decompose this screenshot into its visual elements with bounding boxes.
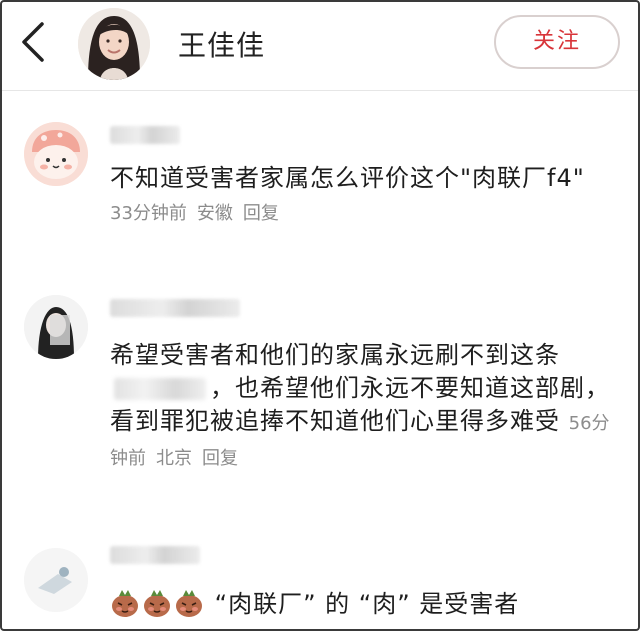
author-avatar[interactable] xyxy=(78,8,150,80)
comment-text: 不知道受害者家属怎么评价这个"肉联厂f4" 33分钟前 安徽 回复 xyxy=(110,162,610,230)
comment-item: “肉联厂” 的 “肉” 是受害者 xyxy=(2,540,638,629)
follow-button[interactable]: 关注 xyxy=(494,15,620,69)
comment-body: 不知道受害者家属怎么评价这个"肉联厂f4" xyxy=(110,164,585,192)
comment-time: 33分钟前 xyxy=(110,203,187,224)
comment-screen: 王佳佳 关注 不知道受害者家属怎么评价这个"肉联厂f4" 33分钟前安徽回复 xyxy=(0,0,640,631)
comment-body-start: 希望受害者和他们的家属永远刷不到这条 xyxy=(110,341,560,369)
chevron-left-icon xyxy=(22,22,44,62)
top-bar: 王佳佳 关注 xyxy=(2,2,638,91)
comment-text: 希望受害者和他们的家属永远刷不到这条，也希望他们永远不要知道这部剧，看到罪犯被追… xyxy=(110,339,610,475)
comment-location: 北京 xyxy=(156,448,192,469)
blushing-face-emoji xyxy=(176,590,202,617)
comment-meta: 33分钟前 安徽 回复 xyxy=(110,203,289,224)
comment-location: 安徽 xyxy=(196,203,233,224)
comment-text: “肉联厂” 的 “肉” 是受害者 xyxy=(110,588,610,621)
comment-body: “肉联厂” 的 “肉” 是受害者 xyxy=(214,590,520,618)
commenter-avatar[interactable] xyxy=(24,548,88,612)
author-name[interactable]: 王佳佳 xyxy=(178,24,265,64)
back-button[interactable] xyxy=(16,20,50,64)
redacted-title xyxy=(114,378,206,400)
blushing-face-emoji xyxy=(144,590,170,617)
commenter-username[interactable] xyxy=(110,299,240,317)
reply-button[interactable]: 回复 xyxy=(243,203,279,224)
reply-button[interactable]: 回复 xyxy=(202,448,238,469)
blushing-face-emoji xyxy=(112,590,138,617)
commenter-avatar[interactable] xyxy=(24,295,88,359)
commenter-username[interactable] xyxy=(110,126,180,144)
commenter-avatar[interactable] xyxy=(24,122,88,186)
comment-item: 希望受害者和他们的家属永远刷不到这条，也希望他们永远不要知道这部剧，看到罪犯被追… xyxy=(2,287,638,507)
commenter-username[interactable] xyxy=(110,546,200,564)
comment-item: 不知道受害者家属怎么评价这个"肉联厂f4" 33分钟前 安徽 回复 xyxy=(2,112,638,262)
